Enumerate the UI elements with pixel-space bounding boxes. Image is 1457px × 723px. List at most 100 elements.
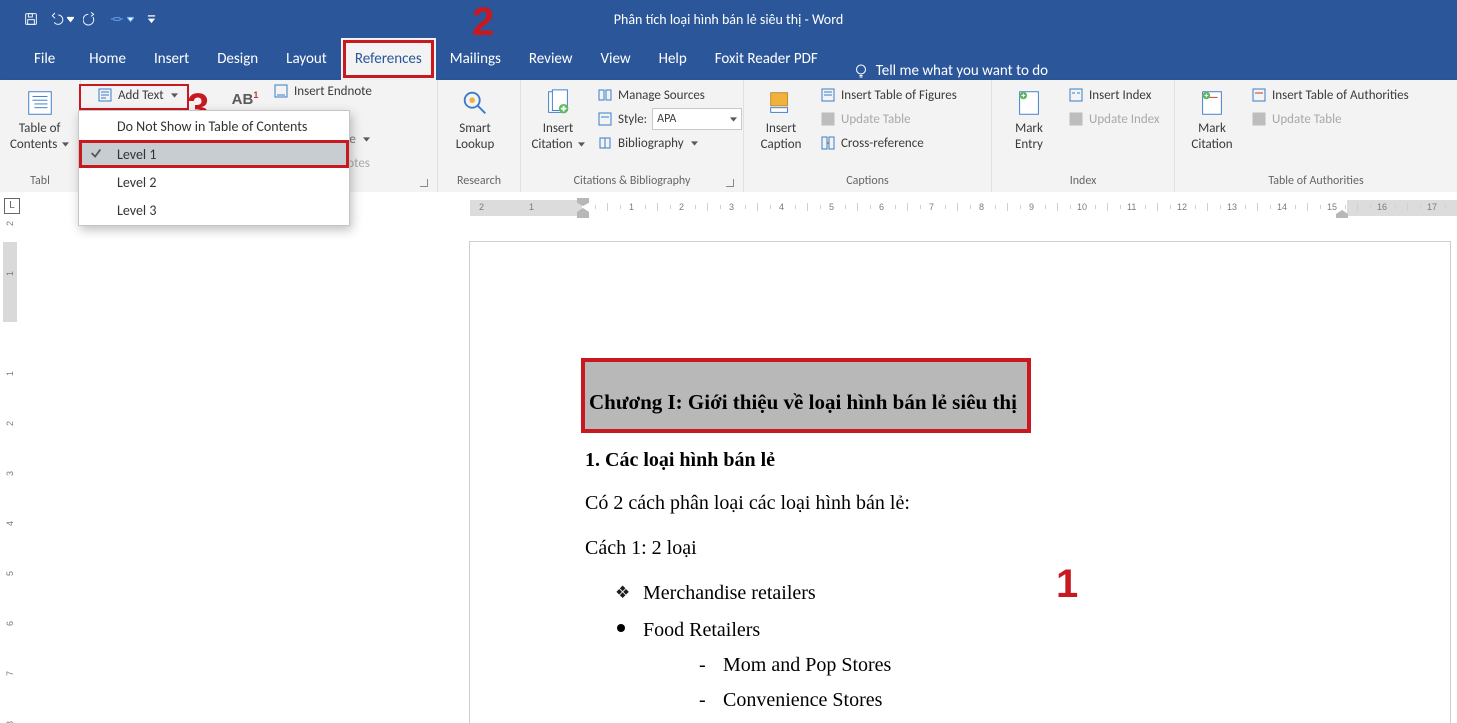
tab-foxit[interactable]: Foxit Reader PDF — [701, 38, 832, 80]
group-toc: Table of Contents Tabl — [0, 80, 81, 192]
cross-ref-icon — [820, 135, 836, 151]
cit-l2: Citation — [531, 138, 584, 152]
mark-entry-icon — [1012, 86, 1046, 120]
endnote-icon — [273, 83, 289, 99]
menu-level-1[interactable]: Level 1 — [79, 140, 349, 168]
tab-layout[interactable]: Layout — [272, 38, 341, 80]
menu-level-3[interactable]: Level 3 — [79, 196, 349, 224]
mark-citation-icon — [1195, 86, 1229, 120]
doc-paragraph[interactable]: Có 2 cách phân loại các loại hình bán lẻ… — [585, 488, 1380, 519]
tof-icon — [820, 87, 836, 103]
menu-do-not-show[interactable]: Do Not Show in Table of Contents — [79, 112, 349, 140]
quick-access-toolbar — [0, 6, 170, 32]
tab-review[interactable]: Review — [515, 38, 587, 80]
touch-mode-button[interactable] — [108, 6, 134, 32]
qat-customize-button[interactable] — [138, 6, 164, 32]
insert-endnote-button[interactable]: Insert Endnote — [269, 80, 376, 102]
redo-button[interactable] — [78, 6, 104, 32]
idx-l1: Mark — [1015, 122, 1043, 136]
idx-l2: Entry — [1015, 138, 1043, 152]
update-index-icon — [1068, 111, 1084, 127]
group-index: Mark Entry Insert Index Update Index Ind… — [992, 80, 1175, 192]
annotation-1: 1 — [1056, 562, 1078, 607]
tab-references[interactable]: References — [341, 38, 436, 80]
toc-label2: Contents — [10, 138, 69, 152]
lightbulb-icon — [852, 62, 870, 80]
add-text-button[interactable]: Add Text — [93, 84, 182, 106]
tab-view[interactable]: View — [587, 38, 645, 80]
list-item[interactable]: Convenience Stores — [699, 685, 1380, 716]
add-text-menu: Do Not Show in Table of Contents Level 1… — [78, 110, 350, 226]
list-item[interactable]: Mom and Pop Stores — [699, 650, 1380, 681]
citation-style-select[interactable]: Style: APA — [593, 108, 746, 130]
tab-selector[interactable]: L — [4, 198, 20, 214]
list-item[interactable]: Supermarkets — [699, 720, 1380, 723]
tell-me-search[interactable]: Tell me what you want to do — [832, 62, 1048, 80]
smart-lookup-icon — [458, 86, 492, 120]
vertical-ruler[interactable]: 2112345678910 — [3, 242, 17, 723]
insert-citation-button[interactable]: Insert Citation — [527, 84, 589, 152]
group-captions: Insert Caption Insert Table of Figures !… — [744, 80, 992, 192]
list-item[interactable]: Merchandise retailers — [615, 578, 1380, 609]
annotation-2: 2 — [472, 0, 494, 45]
tab-home[interactable]: Home — [75, 38, 140, 80]
group-label-captions: Captions — [750, 172, 985, 192]
horizontal-ruler[interactable]: 21123456789101112131415161718 — [470, 200, 1457, 216]
update-toa-label: Update Table — [1272, 112, 1342, 127]
mark-citation-button[interactable]: Mark Citation — [1181, 84, 1243, 152]
smart-lookup-button[interactable]: Smart Lookup — [444, 84, 506, 152]
style-value-input[interactable]: APA — [652, 108, 742, 130]
svg-text:!: ! — [827, 115, 830, 126]
update-icon: ! — [820, 111, 836, 127]
save-button[interactable] — [18, 6, 44, 32]
insert-index-button[interactable]: Insert Index — [1064, 84, 1164, 106]
insert-toa-button[interactable]: Insert Table of Authorities — [1247, 84, 1413, 106]
update-index-button: Update Index — [1064, 108, 1164, 130]
tab-design[interactable]: Design — [203, 38, 272, 80]
caption-icon — [764, 86, 798, 120]
document-workspace: L 2112345678910 211234567891011121314151… — [0, 192, 1457, 723]
doc-paragraph[interactable]: Cách 1: 2 loại — [585, 533, 1380, 564]
group-label-toc: Tabl — [6, 172, 74, 192]
citation-icon — [541, 86, 575, 120]
add-text-label: Add Text — [118, 88, 164, 103]
toa-icon — [1251, 87, 1267, 103]
bibliography-button[interactable]: Bibliography — [593, 132, 746, 154]
bibliography-icon — [597, 135, 613, 151]
document-page: Chương I: Giới thiệu về loại hình bán lẻ… — [470, 242, 1450, 723]
title-bar: Phân tích loại hình bán lẻ siêu thị - Wo… — [0, 0, 1457, 38]
doc-heading-2[interactable]: 1. Các loại hình bán lẻ — [585, 445, 1380, 476]
manage-sources-icon — [597, 87, 613, 103]
insert-tof-button[interactable]: Insert Table of Figures — [816, 84, 961, 106]
group-authorities: Mark Citation Insert Table of Authoritie… — [1175, 80, 1457, 192]
group-label-citations: Citations & Bibliography — [527, 172, 737, 192]
undo-button[interactable] — [48, 6, 74, 32]
cap-l2: Caption — [761, 138, 802, 152]
add-text-icon — [97, 87, 113, 103]
insert-index-label: Insert Index — [1089, 88, 1151, 103]
manage-sources-button[interactable]: Manage Sources — [593, 84, 746, 106]
doc-heading-1[interactable]: Chương I: Giới thiệu về loại hình bán lẻ… — [585, 362, 1027, 429]
list-item-label: Food Retailers — [643, 619, 760, 641]
tof-label: Insert Table of Figures — [841, 88, 957, 103]
insert-index-icon — [1068, 87, 1084, 103]
mc-l2: Citation — [1191, 138, 1232, 152]
update-toa-button: Update Table — [1247, 108, 1413, 130]
ribbon-body: 3 Table of Contents Tabl Add Text — [0, 80, 1457, 193]
mc-l1: Mark — [1198, 122, 1226, 136]
group-label-index: Index — [998, 172, 1168, 192]
cross-reference-button[interactable]: Cross-reference — [816, 132, 961, 154]
group-label-authorities: Table of Authorities — [1181, 172, 1451, 192]
cross-ref-label: Cross-reference — [841, 136, 924, 151]
list-item[interactable]: Food Retailers Mom and Pop Stores Conven… — [615, 615, 1380, 723]
tab-help[interactable]: Help — [645, 38, 701, 80]
toc-label1: Table of — [19, 122, 61, 136]
lookup-l2: Lookup — [456, 138, 495, 152]
tab-file[interactable]: File — [14, 38, 75, 80]
menu-level-2[interactable]: Level 2 — [79, 168, 349, 196]
insert-caption-button[interactable]: Insert Caption — [750, 84, 812, 152]
tab-insert[interactable]: Insert — [140, 38, 203, 80]
mark-entry-button[interactable]: Mark Entry — [998, 84, 1060, 152]
table-of-contents-button[interactable]: Table of Contents — [6, 84, 73, 152]
toa-label: Insert Table of Authorities — [1272, 88, 1409, 103]
